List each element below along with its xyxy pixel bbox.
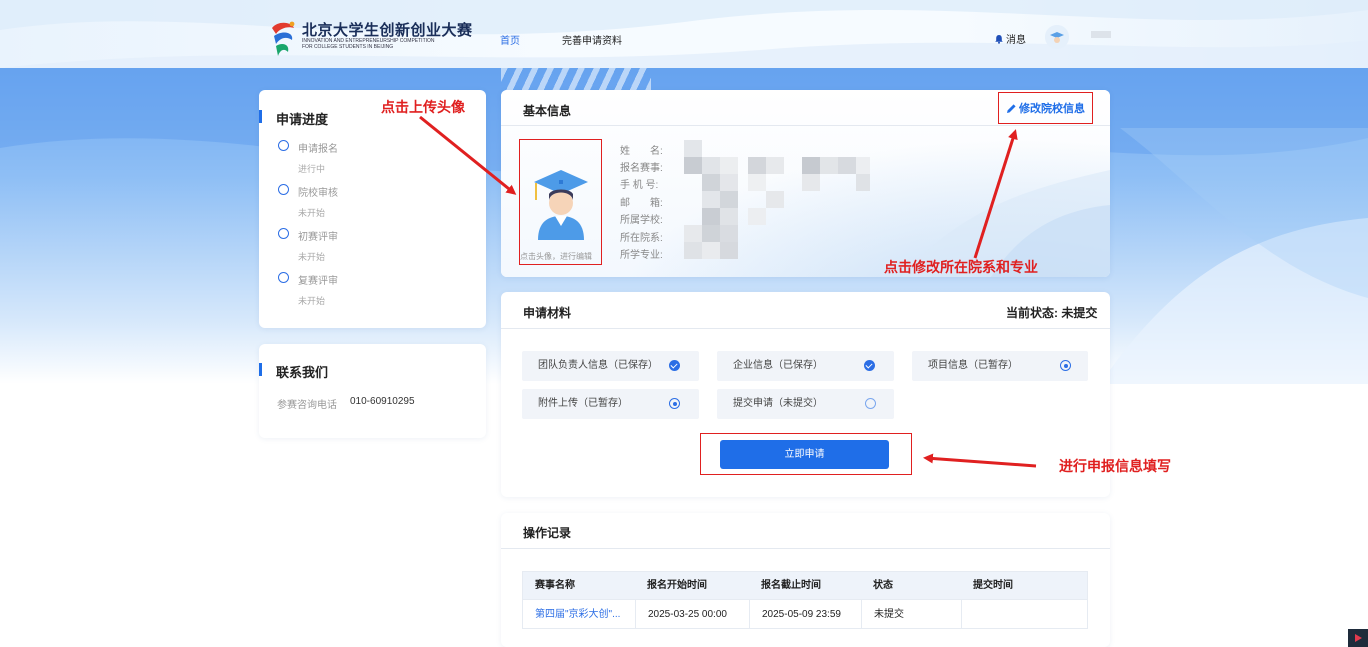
corner-widget-icon[interactable] [1348,629,1368,647]
play-icon [1355,634,1362,642]
annotation-arrows [419,115,1037,468]
